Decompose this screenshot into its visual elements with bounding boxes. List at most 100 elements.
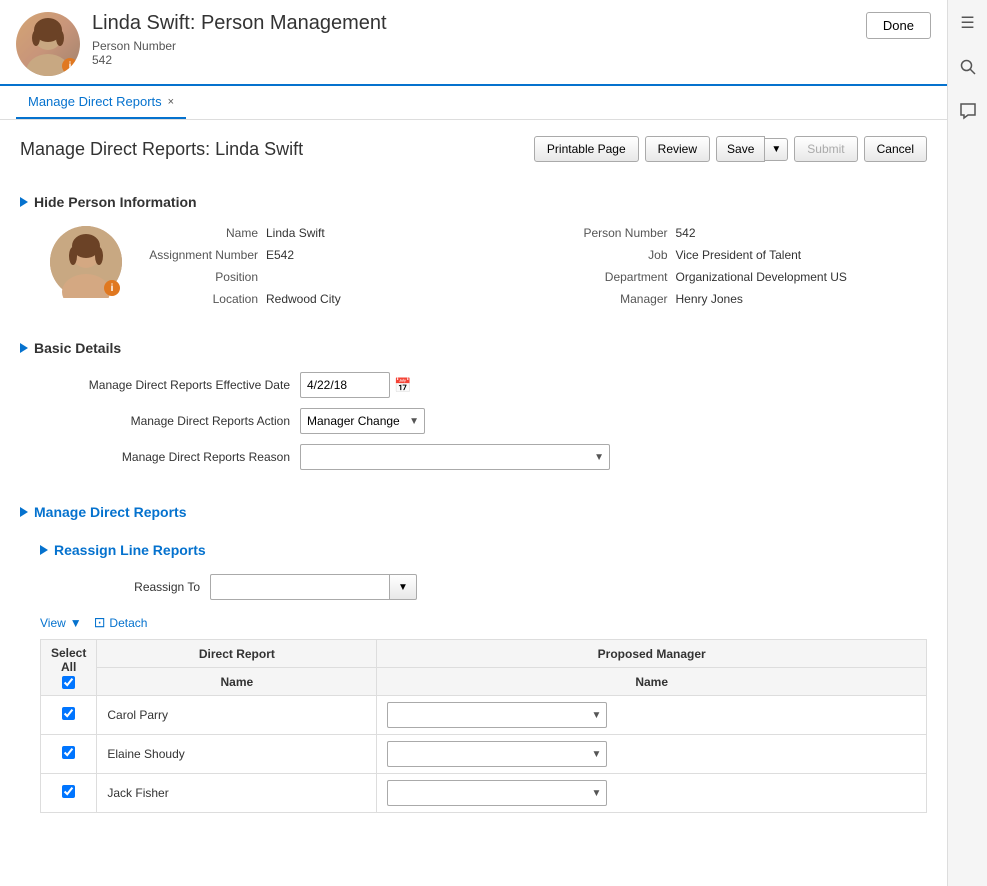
- person-details-grid: Name Linda Swift Person Number 542 Assig…: [138, 226, 927, 306]
- toolbar: Printable Page Review Save ▼ Submit Canc…: [534, 136, 927, 162]
- view-button[interactable]: View ▼: [40, 616, 82, 630]
- direct-report-header: Direct Report: [97, 640, 377, 668]
- reassign-line-reports-section: Reassign Line Reports Reassign To ▼ View: [20, 536, 927, 813]
- job-label: Job: [548, 248, 668, 262]
- save-dropdown-button[interactable]: ▼: [765, 138, 788, 161]
- tab-label: Manage Direct Reports: [28, 94, 162, 109]
- person-number-value: 542: [92, 53, 866, 67]
- header-title: Linda Swift: Person Management: [92, 12, 866, 35]
- reason-row: Manage Direct Reports Reason ▼: [20, 444, 927, 470]
- tab-close-icon[interactable]: ×: [168, 96, 174, 108]
- sidebar-chat-icon[interactable]: [955, 98, 981, 124]
- department-value: Organizational Development US: [676, 270, 847, 284]
- detach-button[interactable]: ⊡ Detach: [94, 614, 148, 631]
- mdr-triangle-icon: [20, 507, 28, 517]
- direct-report-name-cell: Elaine Shoudy: [97, 735, 377, 774]
- proposed-manager-cell: ▼: [377, 774, 927, 813]
- department-label: Department: [548, 270, 668, 284]
- reassign-triangle-icon: [40, 545, 48, 555]
- person-info-toggle[interactable]: Hide Person Information: [20, 188, 927, 216]
- person-avatar: i: [50, 226, 122, 298]
- proposed-manager-select-1[interactable]: [387, 741, 607, 767]
- effective-date-label: Manage Direct Reports Effective Date: [60, 378, 290, 392]
- name-value: Linda Swift: [266, 226, 325, 240]
- reason-label: Manage Direct Reports Reason: [60, 450, 290, 464]
- action-select[interactable]: Manager Change: [300, 408, 425, 434]
- manage-direct-reports-toggle[interactable]: Manage Direct Reports: [20, 498, 927, 526]
- proposed-manager-select-2[interactable]: [387, 780, 607, 806]
- an-label: Assignment Number: [138, 248, 258, 262]
- detach-label: Detach: [109, 616, 147, 630]
- save-button[interactable]: Save: [716, 136, 765, 162]
- person-info-row: i Name Linda Swift Person Number 542 Ass…: [20, 226, 927, 306]
- row-checkbox-cell: [41, 696, 97, 735]
- position-label: Position: [138, 270, 258, 284]
- review-button[interactable]: Review: [645, 136, 710, 162]
- page-header-row: Manage Direct Reports: Linda Swift Print…: [20, 136, 927, 162]
- proposed-manager-cell: ▼: [377, 696, 927, 735]
- location-field: Location Redwood City: [138, 292, 518, 306]
- view-label: View: [40, 616, 66, 630]
- action-label: Manage Direct Reports Action: [60, 414, 290, 428]
- an-value: E542: [266, 248, 294, 262]
- collapse-triangle-icon: [20, 197, 28, 207]
- location-label: Location: [138, 292, 258, 306]
- reassign-to-dropdown-button[interactable]: ▼: [390, 574, 417, 600]
- table-row: Carol Parry▼: [41, 696, 927, 735]
- select-all-header: Select All: [41, 640, 97, 696]
- row-checkbox-1[interactable]: [62, 746, 75, 759]
- content-area: Manage Direct Reports: Linda Swift Print…: [0, 120, 947, 886]
- basic-details-toggle[interactable]: Basic Details: [20, 334, 927, 362]
- right-sidebar: ☰: [947, 0, 987, 886]
- printable-page-button[interactable]: Printable Page: [534, 136, 639, 162]
- reason-select[interactable]: [300, 444, 610, 470]
- reassign-to-field: ▼: [210, 574, 417, 600]
- name-label: Name: [138, 226, 258, 240]
- pn-label: Person Number: [548, 226, 668, 240]
- reassign-line-reports-title: Reassign Line Reports: [54, 542, 206, 558]
- direct-reports-table: Select All Direct Report Proposed Manage…: [40, 639, 927, 813]
- select-all-checkbox[interactable]: [62, 676, 75, 689]
- person-number-label: Person Number: [92, 39, 866, 53]
- sidebar-search-icon[interactable]: [955, 54, 981, 80]
- row-checkbox-2[interactable]: [62, 785, 75, 798]
- row-checkbox-cell: [41, 774, 97, 813]
- sidebar-list-icon[interactable]: ☰: [955, 10, 981, 36]
- person-info-section: Hide Person Information i: [20, 178, 927, 316]
- job-field: Job Vice President of Talent: [548, 248, 928, 262]
- reason-select-wrapper: ▼: [300, 444, 610, 470]
- save-split-button: Save ▼: [716, 136, 788, 162]
- cancel-button[interactable]: Cancel: [864, 136, 927, 162]
- basic-details-section: Basic Details Manage Direct Reports Effe…: [20, 330, 927, 484]
- person-number-field: Person Number 542: [548, 226, 928, 240]
- proposed-manager-select-0[interactable]: [387, 702, 607, 728]
- reassign-line-reports-toggle[interactable]: Reassign Line Reports: [40, 536, 927, 564]
- select-all-label: Select All: [51, 646, 86, 674]
- reassign-to-input[interactable]: [210, 574, 390, 600]
- effective-date-row: Manage Direct Reports Effective Date 📅: [20, 372, 927, 398]
- manage-direct-reports-section: Manage Direct Reports Reassign Line Repo…: [20, 498, 927, 813]
- calendar-icon[interactable]: 📅: [394, 377, 411, 394]
- effective-date-field: 📅: [300, 372, 411, 398]
- department-field: Department Organizational Development US: [548, 270, 928, 284]
- action-row: Manage Direct Reports Action Manager Cha…: [20, 408, 927, 434]
- done-button[interactable]: Done: [866, 12, 931, 39]
- submit-button: Submit: [794, 136, 857, 162]
- row-checkbox-0[interactable]: [62, 707, 75, 720]
- person-info-title: Hide Person Information: [34, 194, 197, 210]
- page-title: Manage Direct Reports: Linda Swift: [20, 139, 303, 160]
- table-row: Elaine Shoudy▼: [41, 735, 927, 774]
- name-field: Name Linda Swift: [138, 226, 518, 240]
- tab-manage-direct-reports[interactable]: Manage Direct Reports ×: [16, 86, 186, 119]
- manage-direct-reports-title: Manage Direct Reports: [34, 504, 186, 520]
- effective-date-input[interactable]: [300, 372, 390, 398]
- detach-icon: ⊡: [94, 614, 106, 631]
- assignment-number-field: Assignment Number E542: [138, 248, 518, 262]
- action-select-wrapper: Manager Change ▼: [300, 408, 425, 434]
- location-value: Redwood City: [266, 292, 341, 306]
- tab-bar: Manage Direct Reports ×: [0, 86, 947, 120]
- proposed-manager-cell: ▼: [377, 735, 927, 774]
- info-badge: i: [62, 58, 78, 74]
- basic-details-title: Basic Details: [34, 340, 121, 356]
- table-row: Jack Fisher▼: [41, 774, 927, 813]
